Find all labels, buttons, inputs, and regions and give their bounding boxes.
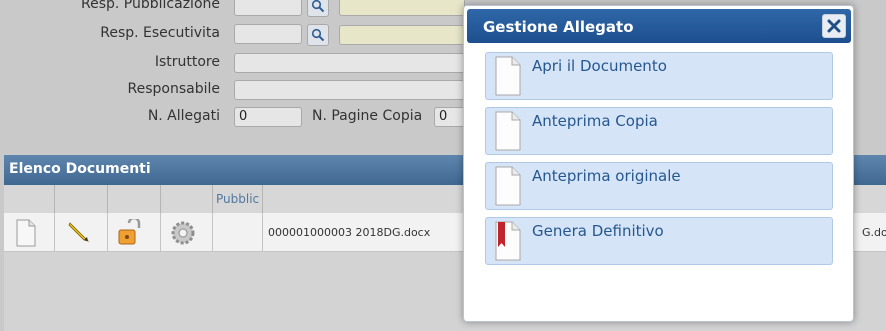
resp-pubblicazione-code-input[interactable]: [234, 0, 302, 16]
column-separator: [160, 185, 161, 213]
edit-pencil-icon[interactable]: [66, 219, 92, 245]
document-filename: 000001000003 2018DG.docx: [268, 226, 431, 239]
option-label: Apri il Documento: [532, 57, 667, 75]
anteprima-copia-button[interactable]: Anteprima Copia: [485, 107, 833, 155]
n-allegati-label: N. Allegati: [147, 108, 220, 124]
document-icon: [495, 56, 521, 96]
option-label: Anteprima originale: [532, 167, 681, 185]
resp-pubblicazione-search-button[interactable]: [307, 0, 329, 17]
option-label: Genera Definitivo: [532, 222, 664, 240]
close-icon: [827, 19, 841, 33]
cell-separator: [160, 213, 161, 251]
cell-separator: [107, 213, 108, 251]
resp-esecutivita-code-input[interactable]: [234, 24, 302, 44]
cell-separator: [262, 213, 263, 251]
search-icon: [311, 0, 325, 13]
close-button[interactable]: [822, 14, 846, 38]
column-separator: [262, 185, 263, 213]
unlock-icon[interactable]: [117, 219, 143, 247]
apri-documento-button[interactable]: Apri il Documento: [485, 52, 833, 100]
n-allegati-input[interactable]: 0: [234, 107, 302, 127]
istruttore-label: Istruttore: [154, 54, 220, 70]
document-icon: [495, 166, 521, 206]
responsabile-label: Responsabile: [127, 81, 220, 97]
column-separator: [107, 185, 108, 213]
dialog-title-bar[interactable]: Gestione Allegato: [467, 9, 851, 43]
resp-esecutivita-label: Resp. Esecutivita: [100, 25, 220, 41]
grid-title: Elenco Documenti: [9, 161, 151, 177]
resp-pubblicazione-label: Resp. Pubblicazione: [81, 0, 220, 12]
resp-esecutivita-name-input[interactable]: [339, 25, 465, 45]
column-header-pubblic[interactable]: Pubblic: [216, 192, 259, 206]
anteprima-originale-button[interactable]: Anteprima originale: [485, 162, 833, 210]
gestione-allegato-dialog: Gestione Allegato Apri il Documento Ante…: [463, 5, 854, 322]
resp-esecutivita-search-button[interactable]: [307, 24, 329, 46]
n-pagine-copia-input[interactable]: 0: [434, 107, 465, 127]
cell-separator: [54, 213, 55, 251]
resp-pubblicazione-name-input[interactable]: [339, 0, 465, 16]
document-filename-tail: G.docx: [862, 226, 886, 239]
responsabile-input[interactable]: [234, 80, 465, 100]
n-pagine-copia-label: N. Pagine Copia: [312, 108, 423, 124]
genera-definitivo-button[interactable]: Genera Definitivo: [485, 217, 833, 265]
istruttore-input[interactable]: [234, 53, 465, 73]
dialog-title: Gestione Allegato: [483, 18, 634, 36]
document-icon[interactable]: [14, 219, 38, 247]
cell-separator: [212, 213, 213, 251]
option-label: Anteprima Copia: [532, 112, 658, 130]
document-icon: [495, 111, 521, 151]
search-icon: [311, 28, 325, 42]
column-separator: [212, 185, 213, 213]
bookmark-document-icon: [495, 221, 521, 261]
column-separator: [54, 185, 55, 213]
gear-icon[interactable]: [168, 219, 198, 247]
